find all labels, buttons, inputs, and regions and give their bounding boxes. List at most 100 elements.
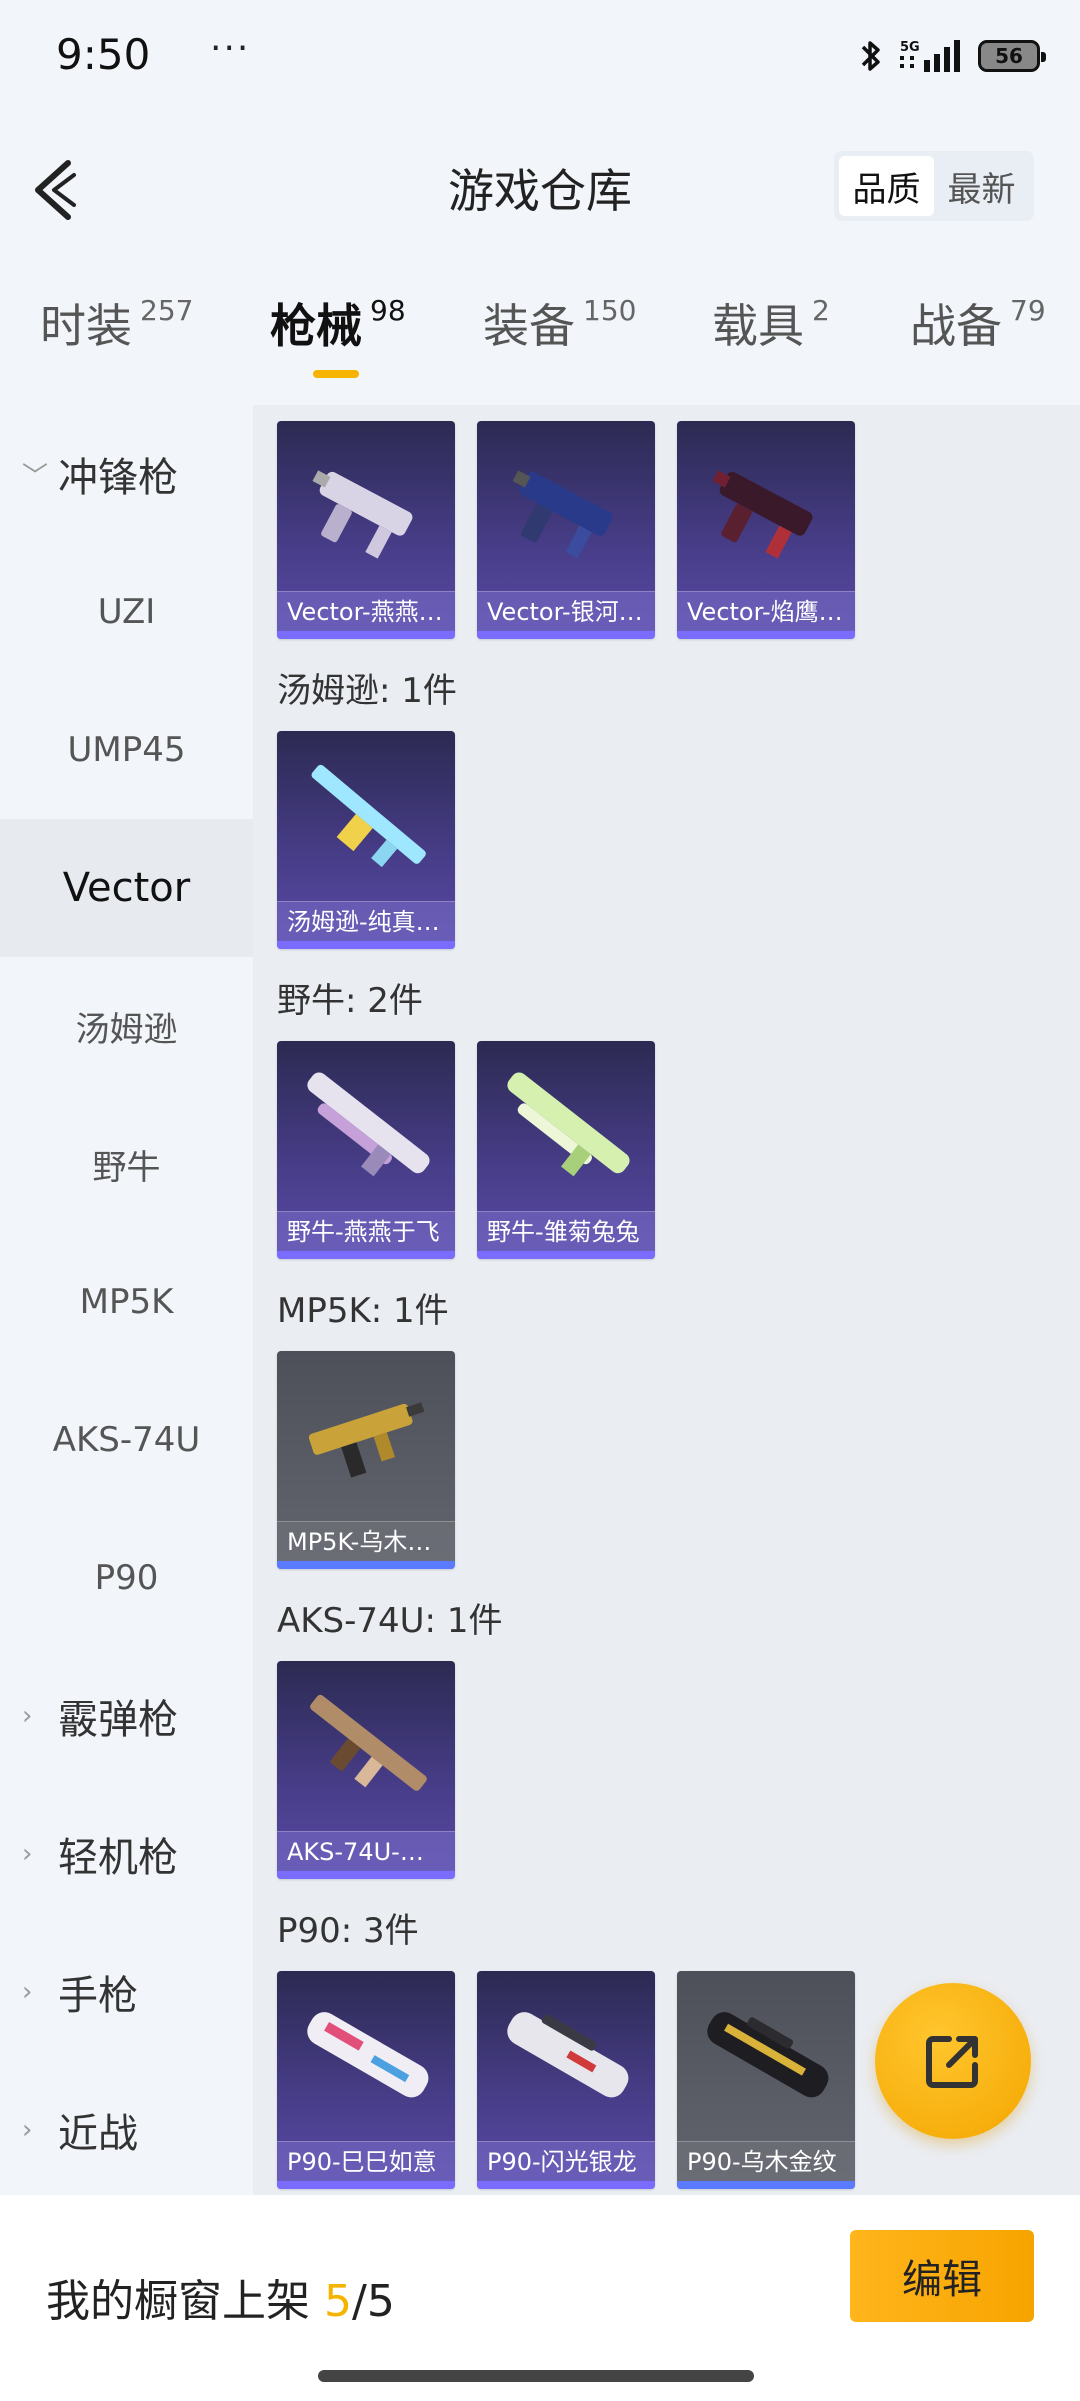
rarity-bar xyxy=(277,2181,455,2189)
bottom-bar: 我的橱窗上架 5/5 编辑 xyxy=(0,2195,1080,2401)
sidebar-item-thompson[interactable]: 汤姆逊 xyxy=(0,957,253,1095)
sidebar-item-vector[interactable]: Vector xyxy=(0,819,253,957)
sidebar-item-label: 近战 xyxy=(58,2111,138,2157)
item-card[interactable]: Vector-燕燕… xyxy=(277,421,455,639)
sidebar-item-bizon[interactable]: 野牛 xyxy=(0,1095,253,1233)
item-card[interactable]: P90-巳巳如意 xyxy=(277,1971,455,2189)
tab-label: 时装 xyxy=(40,299,132,353)
item-name: P90-闪光银龙 xyxy=(477,2141,655,2181)
sidebar-item-aks74u[interactable]: AKS-74U xyxy=(0,1371,253,1509)
sidebar-item-label: 轻机枪 xyxy=(58,1835,178,1881)
battery-icon: 56 xyxy=(978,40,1046,72)
share-external-icon xyxy=(926,2036,978,2088)
chevron-right-icon: › xyxy=(22,1977,33,2007)
status-more-dots: ··· xyxy=(210,28,251,69)
share-fab-button[interactable] xyxy=(875,1983,1031,2139)
header: 游戏仓库 品质 最新 xyxy=(0,115,1080,255)
mp5k-skin-icon xyxy=(308,1402,425,1478)
sidebar-item-label: 冲锋枪 xyxy=(58,455,178,501)
status-icons: 5G 56 xyxy=(858,36,1046,76)
item-name: AKS-74U-尼… xyxy=(277,1831,455,1871)
chevron-right-icon: › xyxy=(22,2115,33,2145)
item-card[interactable]: 野牛-雏菊兔兔 xyxy=(477,1041,655,1259)
active-tab-indicator xyxy=(313,370,359,378)
sidebar-category-lmg[interactable]: › 轻机枪 xyxy=(0,1785,253,1923)
sidebar-category-shotgun[interactable]: › 霰弹枪 xyxy=(0,1647,253,1785)
item-card[interactable]: Vector-焰鹰… xyxy=(677,421,855,639)
sidebar-item-label: 霰弹枪 xyxy=(58,1697,178,1743)
showcase-shelf-status: 我的橱窗上架 5/5 xyxy=(46,2265,395,2329)
vector-skin-icon xyxy=(712,470,813,559)
item-name: 汤姆逊-纯真… xyxy=(277,901,455,941)
sort-latest-button[interactable]: 最新 xyxy=(934,156,1029,216)
category-tabs: 时装 257 枪械 98 装备 150 载具 2 战备 79 xyxy=(0,290,1080,400)
item-card[interactable]: MP5K-乌木… xyxy=(277,1351,455,1569)
group-title: P90: 3件 xyxy=(277,1911,419,1951)
item-name: Vector-银河… xyxy=(477,591,655,631)
tab-label: 枪械 xyxy=(270,299,362,353)
rarity-bar xyxy=(677,2181,855,2189)
status-time: 9:50 xyxy=(56,30,151,79)
sidebar-category-melee[interactable]: › 近战 xyxy=(0,2061,253,2199)
item-card[interactable]: Vector-银河… xyxy=(477,421,655,639)
sort-quality-button[interactable]: 品质 xyxy=(839,156,934,216)
bizon-skin-icon xyxy=(307,1072,430,1177)
vector-skin-icon xyxy=(512,470,613,559)
shelf-current-count: 5 xyxy=(324,2276,352,2327)
thompson-skin-icon xyxy=(311,764,426,868)
shelf-label: 我的橱窗上架 xyxy=(46,2276,310,2327)
sidebar-item-mp5k[interactable]: MP5K xyxy=(0,1233,253,1371)
rarity-bar xyxy=(277,1251,455,1259)
tab-count: 257 xyxy=(140,294,194,327)
sidebar-item-ump45[interactable]: UMP45 xyxy=(0,681,253,819)
chevron-down-icon: ﹀ xyxy=(22,461,49,492)
rarity-bar xyxy=(477,2181,655,2189)
rarity-bar xyxy=(277,941,455,949)
tab-count: 150 xyxy=(583,294,637,327)
item-name: 野牛-燕燕于飞 xyxy=(277,1211,455,1251)
rarity-bar xyxy=(277,631,455,639)
item-name: P90-乌木金纹 xyxy=(677,2141,855,2181)
edit-button[interactable]: 编辑 xyxy=(850,2230,1034,2322)
tab-firearms[interactable]: 枪械 98 xyxy=(270,290,406,356)
shelf-separator: / xyxy=(352,2276,367,2327)
shelf-total-count: 5 xyxy=(366,2276,395,2327)
item-name: P90-巳巳如意 xyxy=(277,2141,455,2181)
tab-supplies[interactable]: 战备 79 xyxy=(910,290,1046,356)
item-card[interactable]: 野牛-燕燕于飞 xyxy=(277,1041,455,1259)
tab-equipment[interactable]: 装备 150 xyxy=(483,290,636,356)
rarity-bar xyxy=(677,631,855,639)
item-name: MP5K-乌木… xyxy=(277,1521,455,1561)
sidebar-item-uzi[interactable]: UZI xyxy=(0,543,253,681)
item-name: Vector-焰鹰… xyxy=(677,591,855,631)
bizon-skin-icon xyxy=(507,1072,630,1177)
group-title: AKS-74U: 1件 xyxy=(277,1601,503,1641)
sidebar-category-smg[interactable]: ﹀ 冲锋枪 xyxy=(0,405,253,543)
tab-fashion[interactable]: 时装 257 xyxy=(40,290,193,356)
group-title: 汤姆逊: 1件 xyxy=(277,671,457,711)
signal-5g-icon: 5G xyxy=(898,38,964,74)
p90-skin-icon xyxy=(307,2012,429,2098)
sort-toggle: 品质 最新 xyxy=(834,151,1034,221)
item-card[interactable]: AKS-74U-尼… xyxy=(277,1661,455,1879)
item-name: 野牛-雏菊兔兔 xyxy=(477,1211,655,1251)
sidebar-category-pistol[interactable]: › 手枪 xyxy=(0,1923,253,2061)
bluetooth-icon xyxy=(858,38,884,74)
tab-vehicles[interactable]: 载具 2 xyxy=(712,290,830,356)
vector-skin-icon xyxy=(312,470,413,559)
chevron-right-icon: › xyxy=(22,1701,33,1731)
sidebar-item-label: 手枪 xyxy=(58,1973,138,2019)
rarity-bar xyxy=(277,1561,455,1569)
item-card[interactable]: P90-闪光银龙 xyxy=(477,1971,655,2189)
rarity-bar xyxy=(477,1251,655,1259)
sidebar-item-p90[interactable]: P90 xyxy=(0,1509,253,1647)
item-card[interactable]: 汤姆逊-纯真… xyxy=(277,731,455,949)
item-card[interactable]: P90-乌木金纹 xyxy=(677,1971,855,2189)
chevron-right-icon: › xyxy=(22,1839,33,1869)
group-title: MP5K: 1件 xyxy=(277,1291,449,1331)
status-bar: 9:50 ··· 5G 56 xyxy=(0,0,1080,115)
p90-skin-icon xyxy=(707,2012,829,2098)
item-grid-panel: Vector-燕燕… Vector-银河… Vector-焰鹰… 汤姆逊: 1件… xyxy=(253,405,1080,2195)
home-indicator[interactable] xyxy=(318,2370,754,2382)
svg-text:5G: 5G xyxy=(900,40,920,55)
